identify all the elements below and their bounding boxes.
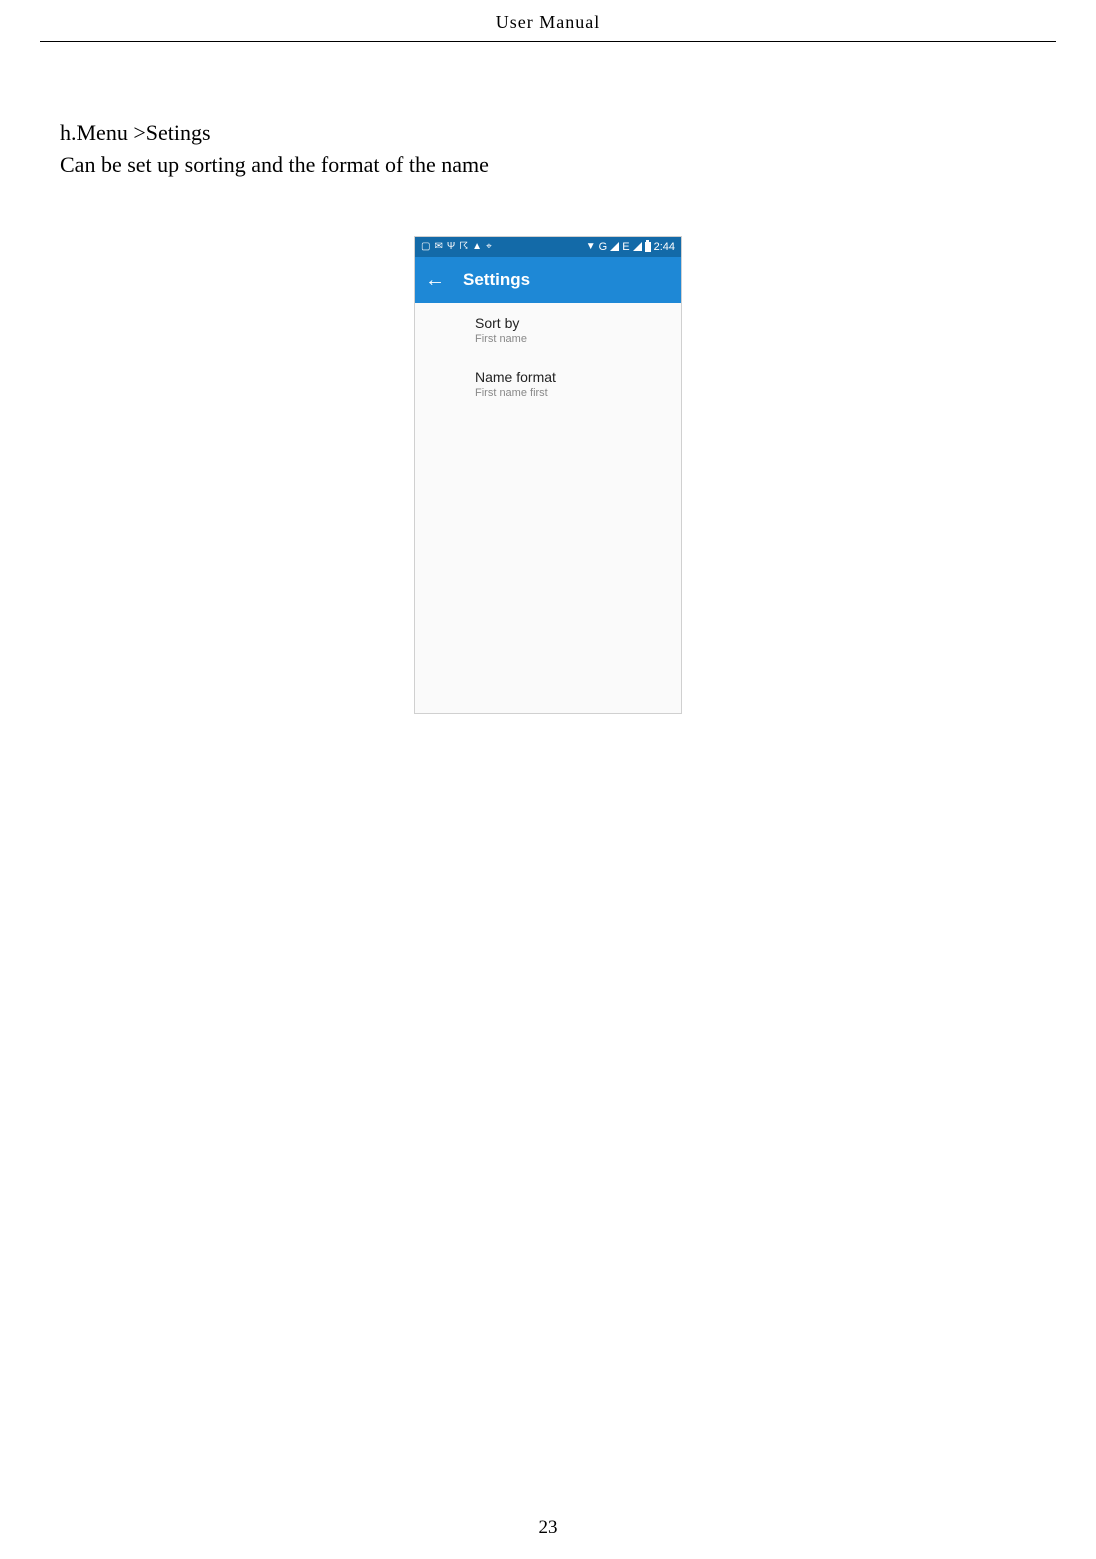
app-bar-title: Settings	[463, 270, 530, 290]
status-bar: ▢ ✉ Ψ ☈ ▲ ⌖ ▼ G E 2:44	[415, 237, 681, 257]
status-left: ▢ ✉ Ψ ☈ ▲ ⌖	[421, 242, 492, 252]
page-header: User Manual	[0, 0, 1096, 33]
settings-list: Sort by First name Name format First nam…	[415, 303, 681, 713]
screenshot-container: ▢ ✉ Ψ ☈ ▲ ⌖ ▼ G E 2:44 ←	[60, 236, 1036, 714]
setting-title: Sort by	[475, 315, 667, 331]
picture-icon: ▢	[421, 242, 430, 252]
wifi-icon: ▼	[586, 242, 596, 252]
app-bar: ← Settings	[415, 257, 681, 303]
setting-title: Name format	[475, 369, 667, 385]
clock-label: 2:44	[654, 241, 675, 253]
usb-icon: Ψ	[447, 242, 455, 252]
battery-icon	[645, 242, 651, 252]
setting-item-sort-by[interactable]: Sort by First name	[415, 303, 681, 357]
debug-icon: ⌖	[486, 242, 492, 252]
sync-icon: ☈	[459, 242, 468, 252]
phone-screenshot: ▢ ✉ Ψ ☈ ▲ ⌖ ▼ G E 2:44 ←	[414, 236, 682, 714]
content-area: h.Menu >Setings Can be set up sorting an…	[0, 42, 1096, 714]
setting-subtitle: First name first	[475, 387, 667, 399]
signal-1-icon	[610, 242, 619, 251]
setting-subtitle: First name	[475, 333, 667, 345]
network-e-label: E	[622, 241, 629, 253]
status-right: ▼ G E 2:44	[586, 241, 675, 253]
setting-item-name-format[interactable]: Name format First name first	[415, 357, 681, 411]
back-arrow-icon[interactable]: ←	[425, 270, 445, 290]
network-g-label: G	[599, 241, 608, 253]
body-line-1: h.Menu >Setings	[60, 117, 1036, 149]
warning-icon: ▲	[472, 242, 482, 252]
mail-icon: ✉	[434, 242, 442, 252]
page-footer: 23	[0, 1517, 1096, 1539]
header-title: User Manual	[496, 12, 600, 32]
signal-2-icon	[633, 242, 642, 251]
page-number: 23	[539, 1517, 558, 1538]
body-line-2: Can be set up sorting and the format of …	[60, 149, 1036, 181]
